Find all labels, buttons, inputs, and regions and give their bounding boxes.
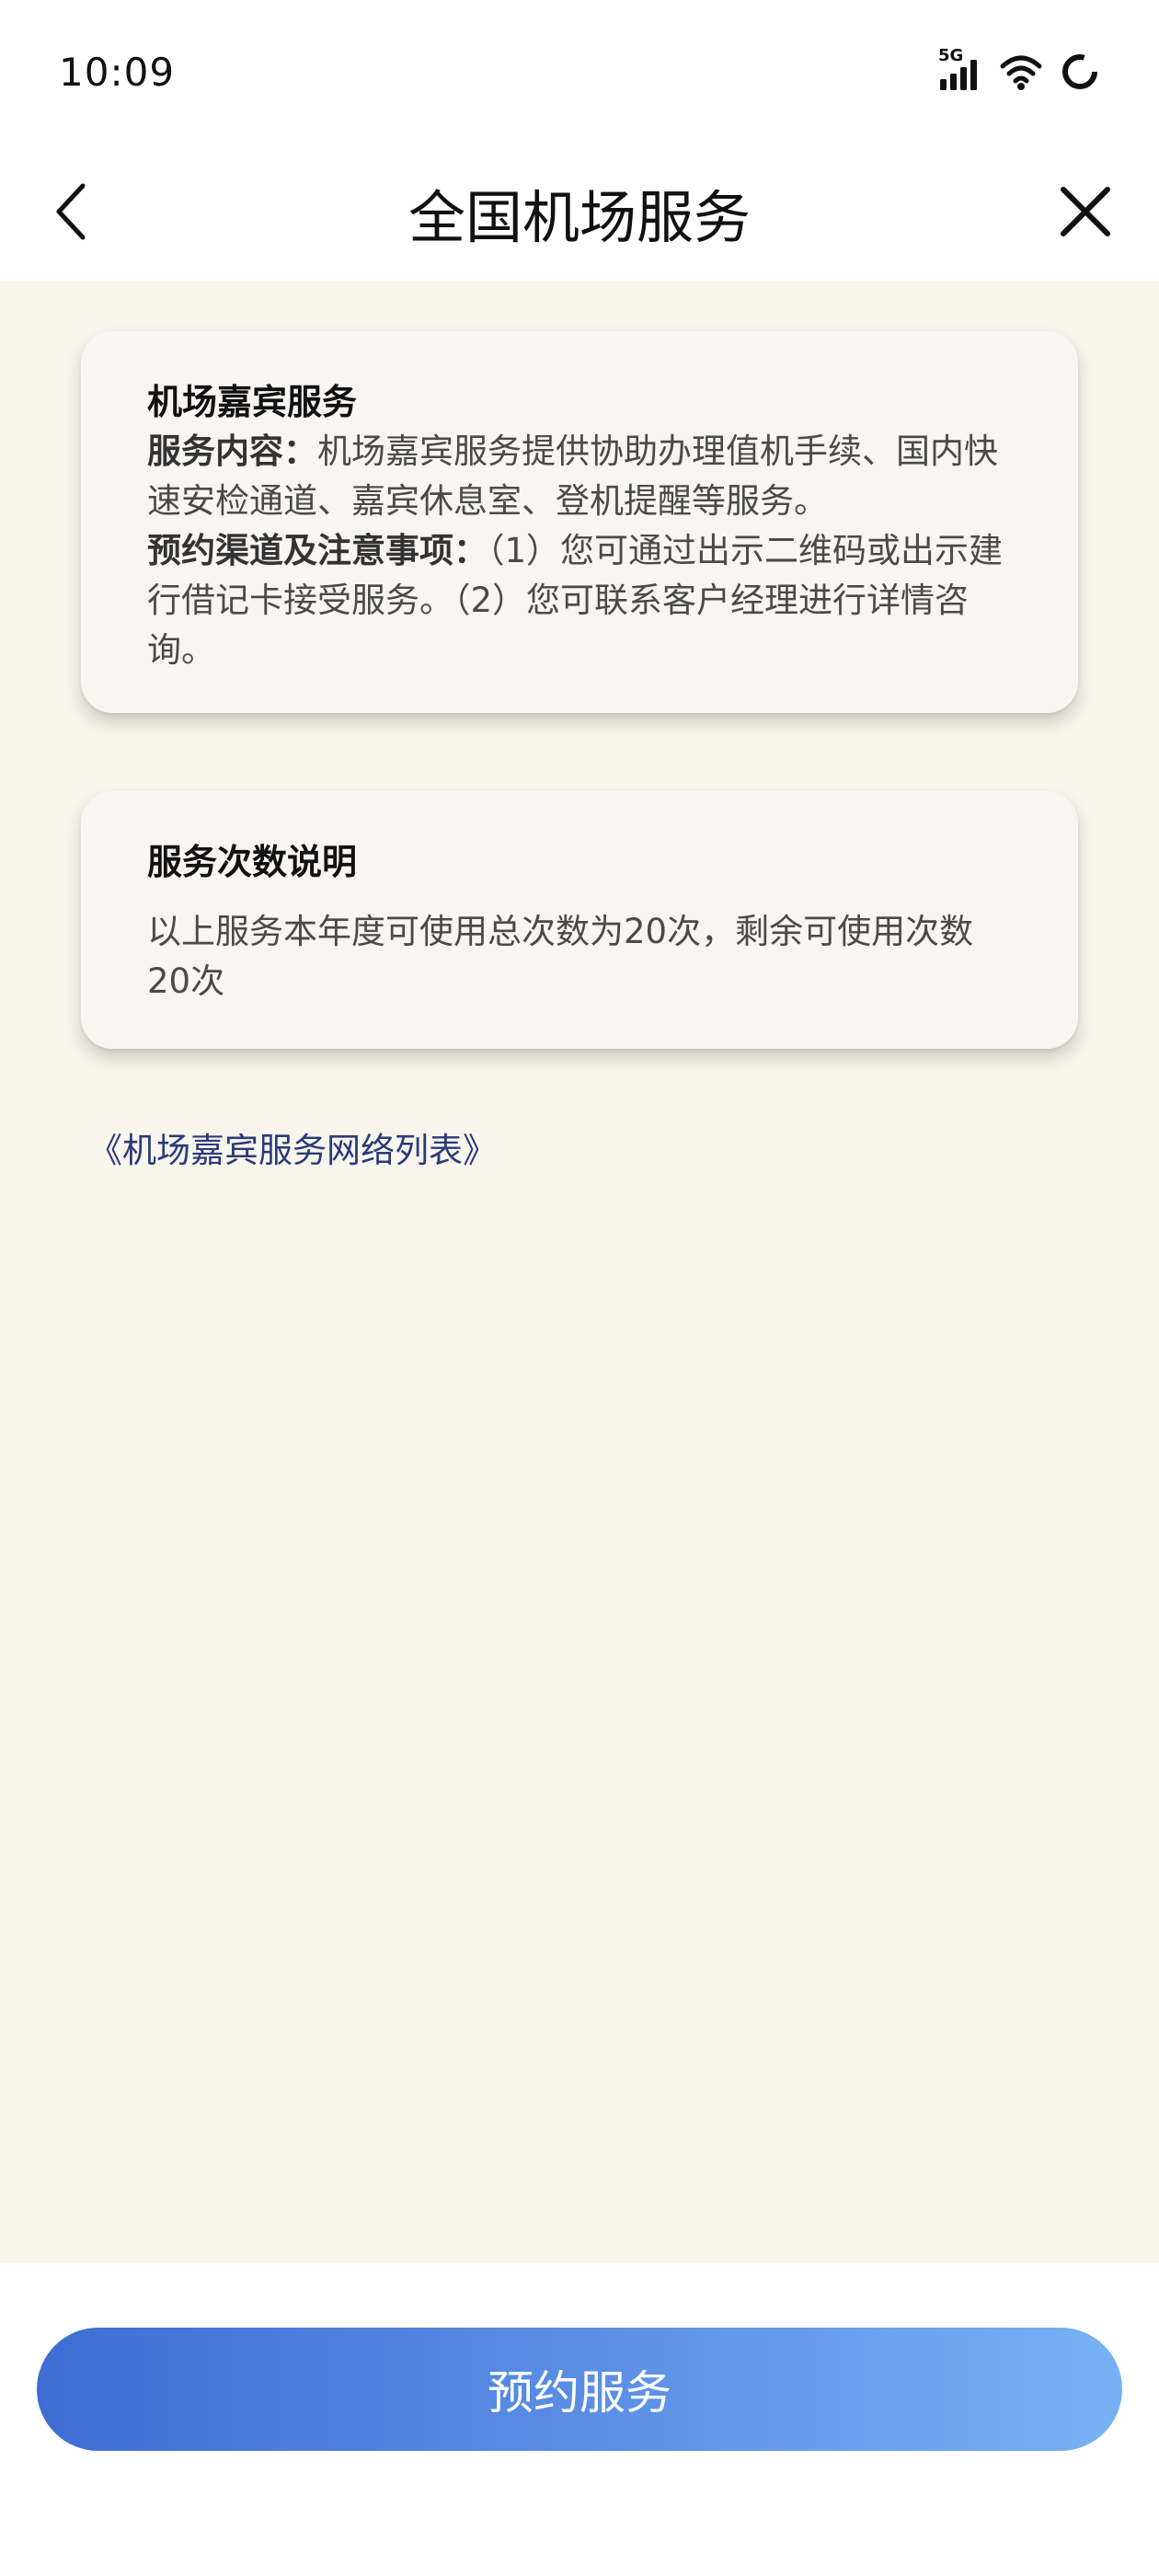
- status-bar: 10:09 5G: [0, 0, 1159, 147]
- booking-channel-paragraph: 预约渠道及注意事项：（1）您可通过出示二维码或出示建行借记卡接受服务。（2）您可…: [147, 526, 1012, 675]
- close-icon: [1061, 187, 1110, 236]
- main-content: 机场嘉宾服务 服务内容：机场嘉宾服务提供协助办理值机手续、国内快速安检通道、嘉宾…: [0, 281, 1159, 2263]
- nav-bar: 全国机场服务: [0, 147, 1159, 281]
- service-content-label: 服务内容：: [147, 431, 317, 471]
- booking-channel-label: 预约渠道及注意事项：: [147, 531, 488, 570]
- close-button[interactable]: [1049, 175, 1122, 248]
- signal-5g-icon: 5G: [938, 46, 982, 92]
- bottom-action-bar: 预约服务: [0, 2263, 1159, 2576]
- page-title: 全国机场服务: [407, 184, 751, 251]
- service-card-title: 机场嘉宾服务: [147, 382, 358, 422]
- service-content-paragraph: 服务内容：机场嘉宾服务提供协助办理值机手续、国内快速安检通道、嘉宾休息室、登机提…: [147, 427, 1012, 526]
- status-time: 10:09: [59, 50, 176, 95]
- service-count-card: 服务次数说明 以上服务本年度可使用总次数为20次，剩余可使用次数20次: [81, 791, 1078, 1049]
- count-card-text: 以上服务本年度可使用总次数为20次，剩余可使用次数20次: [147, 912, 974, 1001]
- loading-ring-icon: [1060, 52, 1100, 92]
- count-card-title: 服务次数说明: [147, 842, 358, 882]
- status-icons: 5G: [938, 46, 1100, 92]
- wifi-icon: [999, 52, 1043, 92]
- book-service-button[interactable]: 预约服务: [37, 2328, 1122, 2451]
- service-info-card: 机场嘉宾服务 服务内容：机场嘉宾服务提供协助办理值机手续、国内快速安检通道、嘉宾…: [81, 331, 1078, 713]
- service-network-list-link[interactable]: 《机场嘉宾服务网络列表》: [88, 1122, 497, 1172]
